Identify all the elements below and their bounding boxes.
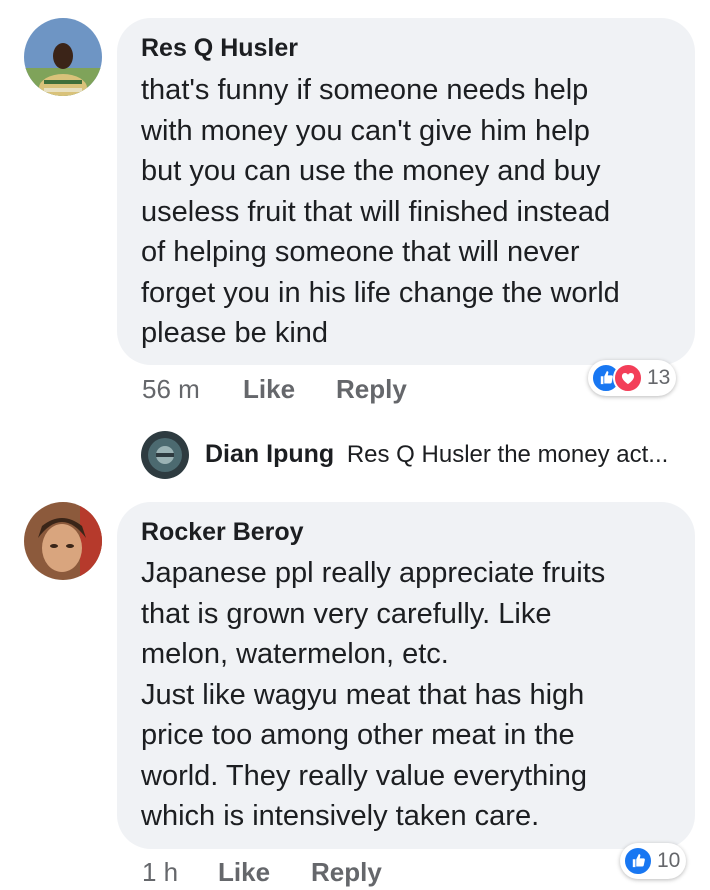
comment-author[interactable]: Rocker Beroy — [141, 518, 304, 547]
reply-button[interactable]: Reply — [311, 857, 382, 888]
reactions-summary[interactable]: 13 — [588, 360, 677, 396]
reactions-summary[interactable]: 10 — [620, 843, 687, 879]
like-button[interactable]: Like — [218, 857, 270, 888]
comment-timestamp[interactable]: 1 h — [142, 857, 178, 888]
comment-author[interactable]: Res Q Husler — [141, 34, 298, 63]
comment-text: that's funny if someone needs help with … — [141, 74, 620, 349]
comment-text: Japanese ppl really appreciate fruits th… — [141, 557, 606, 832]
reaction-count: 13 — [647, 366, 671, 389]
reply-author: Dian Ipung — [205, 440, 335, 468]
avatar[interactable] — [24, 18, 102, 96]
reply-button[interactable]: Reply — [336, 374, 407, 405]
reply-avatar[interactable] — [141, 431, 189, 479]
like-button[interactable]: Like — [243, 374, 295, 405]
comment-timestamp[interactable]: 56 m — [142, 374, 200, 405]
reply-text: Res Q Husler the money act... — [346, 441, 669, 468]
avatar[interactable] — [24, 502, 102, 580]
love-icon — [613, 363, 643, 393]
like-icon — [623, 846, 653, 876]
reaction-count: 10 — [657, 849, 681, 872]
